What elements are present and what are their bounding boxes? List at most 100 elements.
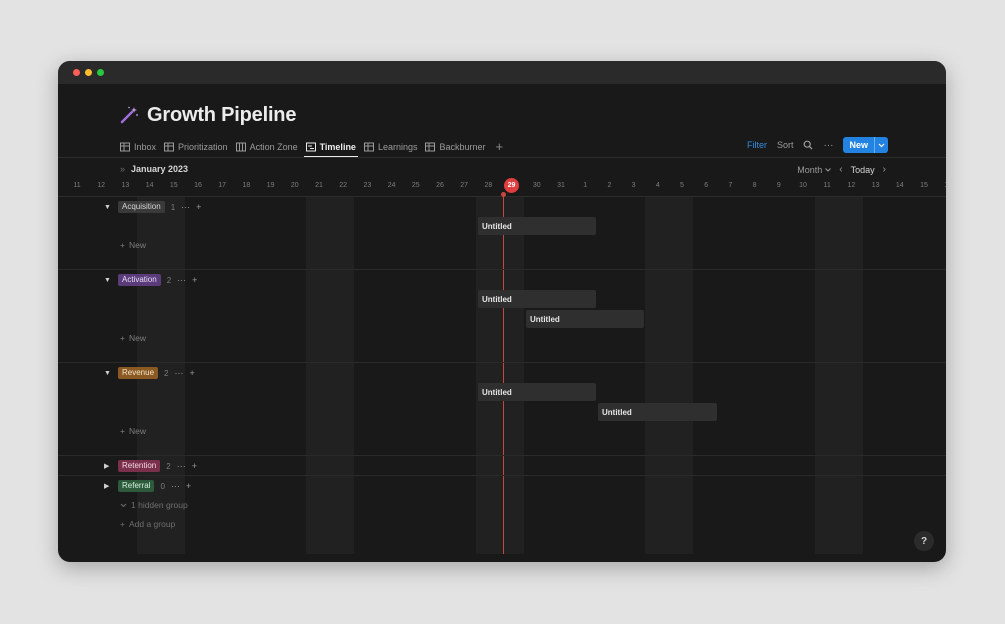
table-icon	[425, 142, 436, 152]
group-tag: Activation	[118, 274, 161, 286]
day-label: 22	[339, 182, 348, 189]
timeline-item[interactable]: Untitled	[598, 403, 717, 421]
tab-inbox[interactable]: Inbox	[120, 137, 156, 157]
day-label: 24	[387, 182, 396, 189]
tab-timeline[interactable]: Timeline	[303, 137, 359, 158]
hidden-group-label: 1 hidden group	[131, 500, 188, 510]
previous-period-button[interactable]: ‹	[839, 164, 842, 175]
chevron-down-icon	[825, 167, 832, 172]
item-title: Untitled	[482, 221, 512, 231]
zoom-window-button[interactable]	[97, 69, 104, 76]
tab-label: Backburner	[439, 142, 486, 152]
more-options-icon[interactable]: ···	[181, 202, 190, 212]
item-title: Untitled	[482, 387, 512, 397]
tab-prioritization[interactable]: Prioritization	[164, 137, 228, 157]
weekend-column	[645, 197, 693, 554]
table-icon	[164, 142, 175, 152]
new-label: New	[128, 426, 146, 436]
new-item-button[interactable]: + New	[120, 426, 146, 436]
day-label: 11	[823, 182, 831, 189]
group-header-activation[interactable]: ▼ Activation 2 ··· +	[104, 273, 197, 287]
day-label: 21	[315, 182, 323, 189]
day-label: 4	[655, 182, 660, 189]
sort-button[interactable]: Sort	[777, 140, 794, 150]
day-label: 15	[169, 182, 178, 189]
scale-select[interactable]: Month	[797, 164, 832, 175]
plus-icon[interactable]: +	[186, 481, 191, 491]
plus-icon: +	[120, 519, 125, 529]
new-item-button[interactable]: + New	[120, 240, 146, 250]
more-options-icon[interactable]: ···	[177, 275, 186, 285]
filter-button[interactable]: Filter	[747, 140, 767, 150]
day-label: 3	[631, 182, 636, 189]
timeline-item[interactable]: Untitled	[478, 383, 596, 401]
chevron-down-icon	[120, 503, 127, 507]
group-header-acquisition[interactable]: ▼ Acquisition 1 ··· +	[104, 200, 201, 214]
group-header-revenue[interactable]: ▼ Revenue 2 ··· +	[104, 366, 195, 380]
close-window-button[interactable]	[73, 69, 80, 76]
hidden-groups-toggle[interactable]: 1 hidden group	[120, 500, 188, 510]
group-divider	[58, 455, 946, 456]
tab-learnings[interactable]: Learnings	[363, 137, 417, 157]
add-group-button[interactable]: + Add a group	[120, 519, 175, 529]
triangle-right-icon[interactable]: ▶	[104, 482, 112, 490]
day-label: 14	[895, 182, 904, 189]
timeline-item[interactable]: Untitled	[478, 290, 596, 308]
weekend-column	[306, 197, 354, 554]
day-label: 10	[799, 182, 807, 189]
group-header-referral[interactable]: ▶ Referral 0 ··· +	[104, 479, 191, 493]
day-label: 25	[411, 182, 420, 189]
new-item-button[interactable]: + New	[120, 333, 146, 343]
add-view-button[interactable]: +	[496, 137, 504, 157]
group-tag: Revenue	[118, 367, 159, 379]
plus-icon[interactable]: +	[192, 461, 197, 471]
more-options-icon[interactable]: ···	[177, 461, 186, 471]
day-label: 23	[363, 182, 372, 189]
day-label: 17	[218, 182, 227, 189]
plus-icon[interactable]: +	[192, 275, 197, 285]
triangle-right-icon[interactable]: ▶	[104, 462, 112, 470]
plus-icon[interactable]: +	[196, 202, 201, 212]
new-button[interactable]: New	[843, 140, 874, 150]
scale-label: Month	[797, 164, 823, 175]
minimize-window-button[interactable]	[85, 69, 92, 76]
group-count: 0	[160, 481, 165, 491]
more-options-icon[interactable]: ···	[171, 481, 180, 491]
new-dropdown-button[interactable]	[874, 137, 888, 153]
day-label: 13	[121, 182, 130, 189]
day-label: 15	[920, 182, 928, 189]
board-icon	[235, 142, 246, 152]
day-label: 8	[752, 182, 757, 189]
group-divider	[58, 362, 946, 363]
day-label: 20	[290, 182, 299, 189]
search-icon[interactable]	[803, 140, 813, 150]
timeline-item[interactable]: Untitled	[526, 310, 644, 328]
double-chevron-right-icon[interactable]: »	[120, 164, 125, 174]
new-label: New	[128, 240, 146, 250]
help-button[interactable]: ?	[914, 531, 934, 551]
more-options-icon[interactable]: ···	[174, 368, 183, 378]
weekend-column	[815, 197, 863, 554]
day-label: 11	[73, 182, 81, 189]
view-toolbar: Filter Sort ··· New	[747, 137, 888, 153]
day-label: 14	[145, 182, 154, 189]
timeline-item[interactable]: Untitled	[478, 217, 596, 235]
triangle-down-icon[interactable]: ▼	[104, 370, 112, 377]
tab-backburner[interactable]: Backburner	[425, 137, 486, 157]
weekend-column	[476, 197, 524, 554]
item-title: Untitled	[482, 294, 512, 304]
day-label: 16	[938, 182, 946, 189]
app-window: Growth Pipeline Inbox Prioritization Act…	[58, 61, 946, 562]
more-options-icon[interactable]: ···	[823, 140, 833, 151]
plus-icon[interactable]: +	[189, 368, 194, 378]
day-label: 12	[97, 182, 106, 189]
triangle-down-icon[interactable]: ▼	[104, 204, 112, 211]
next-period-button[interactable]: ›	[883, 164, 886, 175]
today-button[interactable]: Today	[851, 165, 875, 175]
group-header-retention[interactable]: ▶ Retention 2 ··· +	[104, 459, 197, 473]
group-count: 2	[166, 461, 171, 471]
tab-action-zone[interactable]: Action Zone	[235, 137, 298, 157]
day-label: 2	[607, 182, 612, 189]
triangle-down-icon[interactable]: ▼	[104, 277, 112, 284]
group-divider	[58, 269, 946, 270]
